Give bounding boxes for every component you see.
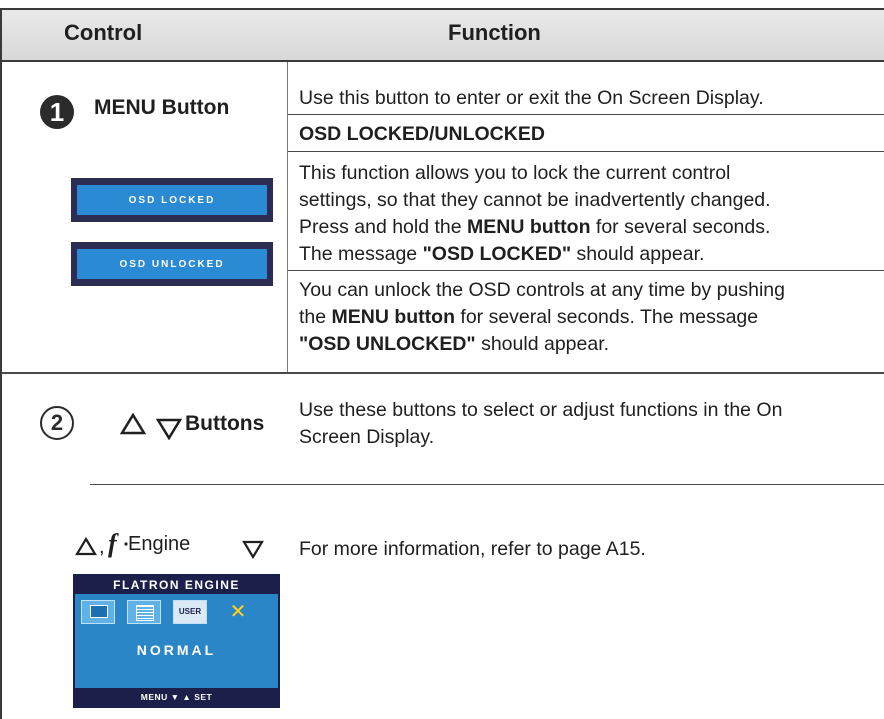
row-divider xyxy=(288,270,884,271)
table-left-border xyxy=(0,8,2,719)
osd-locked-emphasis: "OSD LOCKED" xyxy=(422,243,572,265)
section-divider xyxy=(2,372,884,374)
column-divider xyxy=(287,62,288,372)
text-span: should appear. xyxy=(475,333,610,355)
f-engine-osd-screen: FLATRON ENGINE USER ✕ NORMAL MENU ▼ ▲ SE… xyxy=(73,574,280,708)
osd-locked-message: OSD LOCKED xyxy=(71,178,273,222)
text-line: Use these buttons to select or adjust fu… xyxy=(299,399,783,421)
osd-locked-text: OSD LOCKED xyxy=(77,185,267,215)
text-line: This function allows you to lock the cur… xyxy=(299,162,731,184)
up-triangle-icon xyxy=(120,413,146,435)
text-line: "OSD UNLOCKED" should appear. xyxy=(299,331,879,358)
number-badge-1: 1 xyxy=(40,95,74,129)
osd-bottom-bar: MENU ▼ ▲ SET xyxy=(75,688,278,706)
row-divider xyxy=(288,114,884,115)
column-header-function: Function xyxy=(448,20,541,45)
user-mode-icon: USER xyxy=(173,600,207,624)
menu-button-emphasis: MENU button xyxy=(467,216,591,238)
tools-icon: ✕ xyxy=(229,601,247,623)
row-divider xyxy=(90,484,884,485)
column-header-control: Control xyxy=(64,20,143,45)
text-span: the xyxy=(299,306,332,328)
osd-mode-name: NORMAL xyxy=(136,642,217,658)
menu-button-label: MENU Button xyxy=(94,96,230,119)
osd-lock-paragraph: This function allows you to lock the cur… xyxy=(299,160,879,268)
osd-lock-heading: OSD LOCKED/UNLOCKED xyxy=(299,123,545,145)
osd-unlock-paragraph: You can unlock the OSD controls at any t… xyxy=(299,277,879,358)
svg-text:f: f xyxy=(108,530,119,558)
text-line: You can unlock the OSD controls at any t… xyxy=(299,279,785,301)
osd-title: FLATRON ENGINE xyxy=(75,576,278,594)
text-line: Press and hold the MENU button for sever… xyxy=(299,214,879,241)
text-span: should appear. xyxy=(571,243,705,265)
osd-unlocked-message: OSD UNLOCKED xyxy=(71,242,273,286)
osd-unlocked-emphasis: "OSD UNLOCKED" xyxy=(299,333,476,355)
text-line: Screen Display. xyxy=(299,426,435,448)
text-line: The message "OSD LOCKED" should appear. xyxy=(299,241,879,268)
down-triangle-icon xyxy=(242,540,264,560)
menu-button-description: Use this button to enter or exit the On … xyxy=(299,87,764,109)
f-engine-description: For more information, refer to page A15. xyxy=(299,538,646,560)
arrow-buttons-description: Use these buttons to select or adjust fu… xyxy=(299,397,879,451)
osd-mode-icons: USER ✕ xyxy=(81,600,276,626)
comma-separator: , xyxy=(99,536,105,558)
number-badge-2: 2 xyxy=(40,406,74,440)
text-mode-icon xyxy=(127,600,161,624)
text-span: The message xyxy=(299,243,423,265)
menu-button-emphasis: MENU button xyxy=(331,306,455,328)
arrow-buttons-label: Buttons xyxy=(185,412,265,435)
monitor-icon xyxy=(81,600,115,624)
text-line: the MENU button for several seconds. The… xyxy=(299,304,879,331)
row-divider xyxy=(288,151,884,152)
osd-unlocked-text: OSD UNLOCKED xyxy=(77,249,267,279)
down-triangle-icon xyxy=(156,418,182,440)
text-span: Press and hold the xyxy=(299,216,468,238)
text-span: for several seconds. The message xyxy=(455,306,759,328)
up-triangle-icon xyxy=(75,537,97,556)
text-line: settings, so that they cannot be inadver… xyxy=(299,189,771,211)
f-engine-logo-icon: f xyxy=(108,530,128,558)
text-span: for several seconds. xyxy=(590,216,771,238)
f-engine-label: Engine xyxy=(128,533,191,555)
